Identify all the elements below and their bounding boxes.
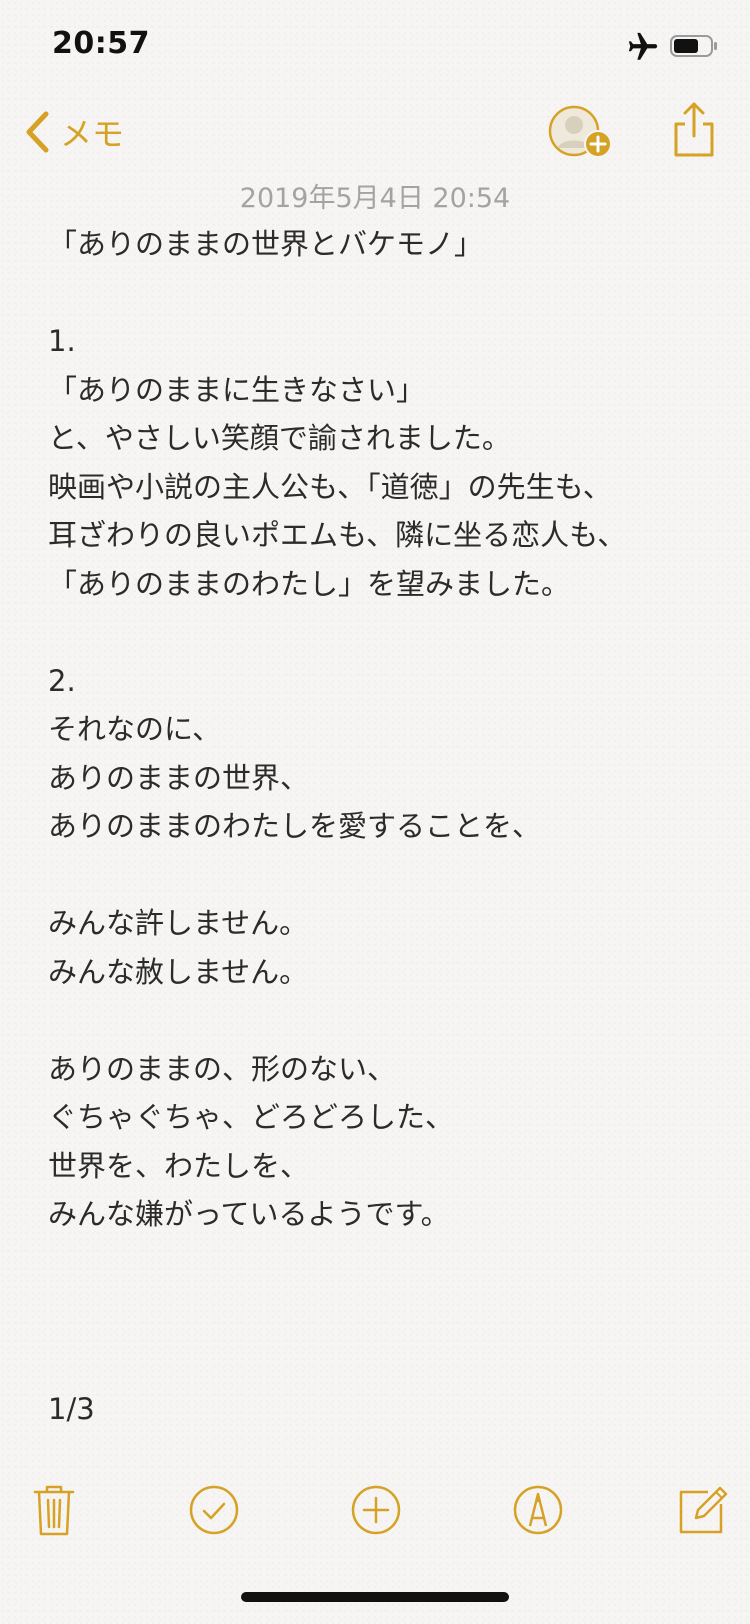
- status-time: 20:57: [52, 26, 150, 61]
- battery-icon: [670, 35, 717, 57]
- note-line: ありのままのわたしを愛することを、: [48, 809, 542, 843]
- chevron-left-icon: [26, 111, 49, 153]
- note-line: それなのに、: [48, 712, 222, 746]
- note-line: と、やさしい笑顔で諭されました。: [48, 421, 511, 455]
- note-line: ぐちゃぐちゃ、どろどろした、: [48, 1100, 455, 1134]
- page-indicator: 1/3: [48, 1392, 95, 1426]
- home-indicator[interactable]: [241, 1592, 509, 1602]
- note-line: 1.: [48, 324, 76, 358]
- add-person-icon[interactable]: [548, 104, 614, 162]
- compose-icon[interactable]: [674, 1482, 730, 1538]
- back-button[interactable]: メモ: [22, 104, 124, 160]
- note-line: みんな許しません。: [48, 906, 309, 940]
- note-line: [48, 269, 718, 318]
- note-line: みんな赦しません。: [48, 954, 309, 989]
- add-icon[interactable]: [348, 1482, 404, 1538]
- checklist-icon[interactable]: [186, 1482, 242, 1538]
- note-line: ありのままの世界、: [48, 760, 310, 795]
- note-line: 「ありのままに生きなさい」: [48, 372, 426, 407]
- note-line: みんな嫌がっているようです。: [48, 1197, 450, 1231]
- share-icon[interactable]: [672, 100, 716, 158]
- note-line: [48, 996, 718, 1045]
- note-line: [48, 608, 718, 657]
- note-body[interactable]: 「ありのままの世界とバケモノ」 1. 「ありのままに生きなさい」 と、やさしい笑…: [48, 220, 718, 1239]
- trash-icon[interactable]: [26, 1482, 82, 1538]
- note-line: [48, 851, 718, 900]
- note-line: ありのままの、形のない、: [48, 1051, 397, 1086]
- note-line: 映画や小説の主人公も、「道徳」の先生も、: [48, 469, 612, 504]
- markup-icon[interactable]: [510, 1482, 566, 1538]
- note-date: 2019年5月4日 20:54: [239, 183, 511, 214]
- status-bar: 20:57: [0, 0, 750, 90]
- note-line: 2.: [48, 663, 76, 698]
- note-line: 「ありのままのわたし」を望みました。: [48, 566, 571, 601]
- airplane-mode-icon: [628, 32, 658, 60]
- note-line: 「ありのままの世界とバケモノ」: [48, 227, 484, 261]
- back-label: メモ: [60, 115, 125, 153]
- note-line: 世界を、わたしを、: [48, 1148, 310, 1183]
- note-line: 耳ざわりの良いポエムも、隣に坐る恋人も、: [48, 518, 627, 552]
